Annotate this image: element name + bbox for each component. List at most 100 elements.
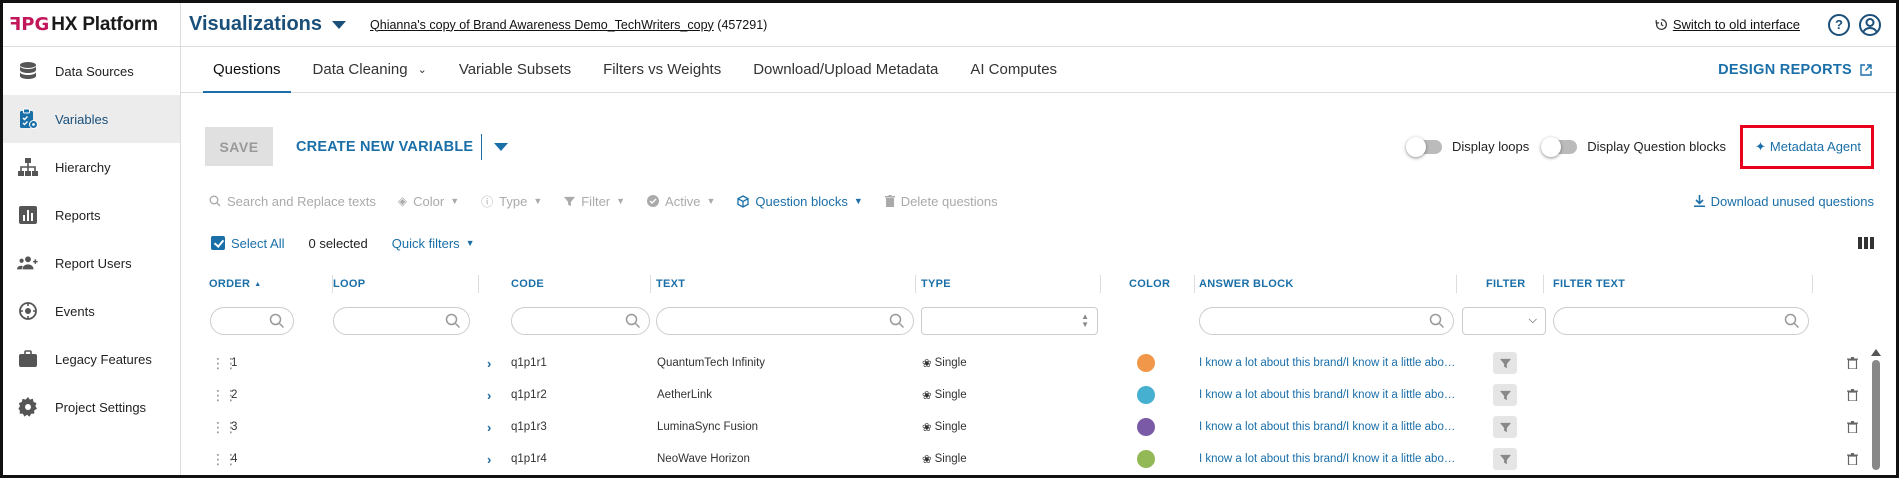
filter-button[interactable]: [1493, 352, 1517, 374]
expand-chevron-icon[interactable]: ›: [487, 379, 491, 411]
sidebar-item-variables[interactable]: Variables: [3, 95, 180, 143]
search-replace-button[interactable]: Search and Replace texts: [209, 194, 376, 209]
type-select[interactable]: ▲ ▼: [921, 307, 1098, 335]
column-header-label: LOOP: [333, 278, 366, 290]
column-header-color[interactable]: COLOR: [1129, 275, 1195, 293]
chevron-down-icon: ▼: [450, 196, 460, 206]
tab-filters-vs-weights[interactable]: Filters vs Weights: [593, 47, 731, 92]
filter-select[interactable]: ⌵: [1462, 307, 1546, 335]
delete-row-icon[interactable]: [1847, 443, 1858, 475]
scrollbar-thumb[interactable]: [1872, 360, 1880, 470]
sidebar-item-reports[interactable]: Reports: [3, 191, 180, 239]
filter-filter[interactable]: Filter ▼: [564, 194, 625, 209]
scroll-up-arrow-icon[interactable]: [1871, 349, 1881, 356]
tab-data-cleaning[interactable]: Data Cleaning ⌄: [303, 47, 437, 92]
expand-chevron-icon[interactable]: ›: [487, 443, 491, 475]
answer-block-cell[interactable]: I know a lot about this brand/I know it …: [1199, 411, 1459, 443]
filter-cell[interactable]: [1493, 379, 1517, 411]
sidebar-item-data-sources[interactable]: Data Sources: [3, 47, 180, 95]
filter-cell[interactable]: [1493, 411, 1517, 443]
answer-block-link[interactable]: I know a lot about this brand/I know it …: [1199, 443, 1459, 475]
design-reports-link[interactable]: DESIGN REPORTS: [1718, 47, 1896, 92]
column-header-type[interactable]: TYPE: [921, 275, 1101, 293]
color-swatch[interactable]: [1137, 450, 1155, 468]
color-cell[interactable]: [1137, 443, 1155, 475]
display-loops-toggle[interactable]: Display loops: [1405, 136, 1529, 157]
answer-block-search-input[interactable]: [1199, 307, 1454, 335]
user-account-icon[interactable]: [1858, 13, 1882, 37]
answer-block-cell[interactable]: I know a lot about this brand/I know it …: [1199, 379, 1459, 411]
table-row[interactable]: ⋮⋮ 4 › q1p1r4 NeoWave Horizon ❀ Single I …: [209, 443, 1869, 475]
column-header-text[interactable]: TEXT: [656, 275, 916, 293]
answer-block-link[interactable]: I know a lot about this brand/I know it …: [1199, 347, 1459, 379]
create-new-variable-button[interactable]: CREATE NEW VARIABLE: [296, 127, 509, 166]
quick-filters-dropdown[interactable]: Quick filters ▼: [392, 236, 475, 251]
color-swatch[interactable]: [1137, 354, 1155, 372]
answer-block-link[interactable]: I know a lot about this brand/I know it …: [1199, 379, 1459, 411]
text-search-input[interactable]: [656, 307, 914, 335]
loop-search-input[interactable]: [333, 307, 470, 335]
order-search-input[interactable]: [210, 307, 294, 335]
table-row[interactable]: ⋮⋮ 2 › q1p1r2 AetherLink ❀ Single I know …: [209, 379, 1869, 411]
answer-block-link[interactable]: I know a lot about this brand/I know it …: [1199, 411, 1459, 443]
filter-cell[interactable]: [1493, 347, 1517, 379]
color-swatch[interactable]: [1137, 386, 1155, 404]
project-link[interactable]: Qhianna's copy of Brand Awareness Demo_T…: [370, 18, 767, 32]
display-question-blocks-toggle[interactable]: Display Question blocks: [1541, 136, 1726, 157]
code-search-input[interactable]: [511, 307, 650, 335]
color-cell[interactable]: [1137, 347, 1155, 379]
tab-download-upload-metadata[interactable]: Download/Upload Metadata: [743, 47, 948, 92]
filter-button[interactable]: [1493, 416, 1517, 438]
expand-chevron-icon[interactable]: ›: [487, 347, 491, 379]
columns-icon[interactable]: [1858, 237, 1874, 249]
help-icon[interactable]: ?: [1828, 13, 1850, 36]
brand[interactable]: ꟻPG HX Platform: [3, 3, 181, 46]
column-header-filter[interactable]: FILTER: [1486, 275, 1544, 293]
sidebar-item-events[interactable]: Events: [3, 287, 180, 335]
tab-variable-subsets[interactable]: Variable Subsets: [449, 47, 581, 92]
active-filter[interactable]: Active ▼: [647, 194, 715, 209]
order-cell: 2: [231, 389, 238, 401]
tab-ai-computes[interactable]: AI Computes: [960, 47, 1067, 92]
select-all-button[interactable]: Select All: [211, 236, 284, 251]
answer-block-cell[interactable]: I know a lot about this brand/I know it …: [1199, 347, 1459, 379]
filter-text-search-input[interactable]: [1553, 307, 1809, 335]
color-filter[interactable]: ◈ Color ▼: [398, 194, 459, 209]
switch-old-interface-link[interactable]: Switch to old interface: [1655, 17, 1800, 32]
toggle-track[interactable]: [1541, 136, 1578, 157]
type-filter[interactable]: ⓘ Type ▼: [481, 193, 542, 210]
color-cell[interactable]: [1137, 411, 1155, 443]
table-row[interactable]: ⋮⋮ 3 › q1p1r3 LuminaSync Fusion ❀ Single …: [209, 411, 1869, 443]
column-header-answer-block[interactable]: ANSWER BLOCK: [1199, 275, 1457, 293]
delete-questions-button[interactable]: Delete questions: [884, 194, 998, 209]
toggle-track[interactable]: [1405, 136, 1442, 157]
answer-block-cell[interactable]: I know a lot about this brand/I know it …: [1199, 443, 1459, 475]
sidebar-item-report-users[interactable]: Report Users: [3, 239, 180, 287]
table-row[interactable]: ⋮⋮ 1 › q1p1r1 QuantumTech Infinity ❀ Sing…: [209, 347, 1869, 379]
section-dropdown[interactable]: Visualizations: [189, 13, 347, 36]
delete-row-icon[interactable]: [1847, 347, 1858, 379]
table-scrollbar[interactable]: [1870, 349, 1882, 475]
column-header-filter-text[interactable]: FILTER TEXT: [1553, 275, 1813, 293]
filter-cell[interactable]: [1493, 443, 1517, 475]
delete-row-icon[interactable]: [1847, 411, 1858, 443]
column-header-loop[interactable]: LOOP: [333, 275, 479, 293]
filter-button[interactable]: [1493, 448, 1517, 470]
expand-chevron-icon[interactable]: ›: [487, 411, 491, 443]
sidebar-item-legacy-features[interactable]: Legacy Features: [3, 335, 180, 383]
save-button[interactable]: SAVE: [205, 127, 273, 166]
column-header-code[interactable]: CODE: [511, 275, 651, 293]
filter-button[interactable]: [1493, 384, 1517, 406]
question-blocks-filter[interactable]: Question blocks ▼: [737, 194, 863, 209]
sidebar-item-hierarchy[interactable]: Hierarchy: [3, 143, 180, 191]
color-swatch[interactable]: [1137, 418, 1155, 436]
sidebar-item-project-settings[interactable]: Project Settings: [3, 383, 180, 431]
column-header-order[interactable]: ORDER ▲: [209, 275, 333, 293]
metadata-agent-button[interactable]: ✦ Metadata Agent: [1740, 124, 1874, 169]
color-cell[interactable]: [1137, 379, 1155, 411]
top-bar: ꟻPG HX Platform Visualizations Qhianna's…: [3, 3, 1896, 47]
tab-questions[interactable]: Questions: [203, 47, 291, 93]
download-unused-questions-link[interactable]: Download unused questions: [1693, 194, 1874, 209]
caret-down-icon[interactable]: [494, 142, 509, 151]
delete-row-icon[interactable]: [1847, 379, 1858, 411]
